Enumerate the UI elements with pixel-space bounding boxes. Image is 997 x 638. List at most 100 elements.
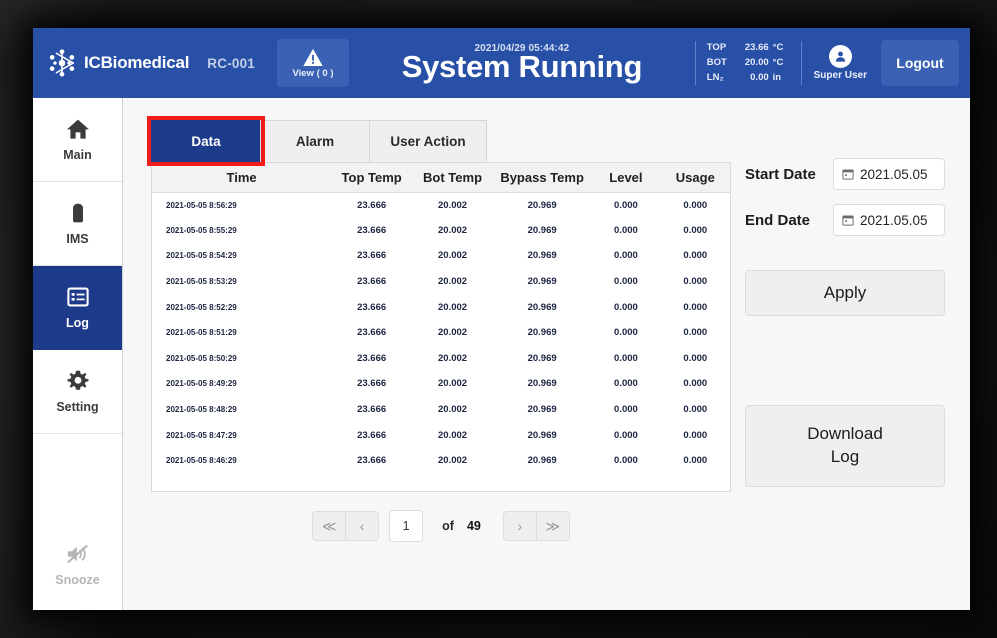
cell-top-temp: 23.666: [357, 455, 387, 467]
readout-unit: °C: [772, 57, 784, 69]
readout-unit: °C: [772, 42, 784, 54]
column-header-bypass-temp: Bypass Temp: [492, 163, 592, 193]
pagination-prev-group: ≪ ‹: [312, 511, 380, 541]
previous-page-button[interactable]: ‹: [345, 511, 380, 541]
download-log-button[interactable]: Download Log: [745, 405, 945, 487]
download-log-label: Download Log: [807, 423, 883, 469]
cell-level: 0.000: [614, 199, 638, 211]
cell-bypass-temp: 20.969: [527, 301, 557, 313]
cell-bypass-temp: 20.969: [527, 404, 557, 416]
tab-data[interactable]: Data: [151, 120, 261, 162]
start-date-row: Start Date 2021.05.05: [745, 158, 945, 190]
cell-time: 2021-05-05 8:49:29: [166, 379, 237, 389]
app-header: ICBiomedical RC-001 View ( 0 ) 2021/04/2…: [33, 28, 970, 98]
cell-usage: 0.000: [683, 327, 708, 339]
user-account[interactable]: Super User: [806, 45, 875, 81]
current-page-input[interactable]: 1: [389, 510, 424, 542]
user-name: Super User: [813, 70, 867, 81]
table-row[interactable]: 2021-05-05 8:49:29 23.666 20.002 20.969 …: [152, 371, 730, 397]
first-page-button[interactable]: ≪: [312, 511, 347, 541]
apply-button[interactable]: Apply: [745, 270, 945, 316]
header-datetime: 2021/04/29 05:44:42: [474, 42, 570, 54]
sidebar-item-log[interactable]: Log: [33, 266, 122, 350]
cell-usage: 0.000: [683, 404, 708, 416]
sidebar-item-setting[interactable]: Setting: [33, 350, 122, 434]
cell-usage: 0.000: [683, 276, 708, 288]
table-row[interactable]: 2021-05-05 8:47:29 23.666 20.002 20.969 …: [152, 422, 730, 448]
sidebar-item-label: Snooze: [55, 572, 100, 587]
start-date-input[interactable]: 2021.05.05: [833, 158, 945, 190]
tab-alarm[interactable]: Alarm: [260, 120, 370, 162]
end-date-row: End Date 2021.05.05: [745, 204, 945, 236]
cell-time: 2021-05-05 8:55:29: [166, 225, 237, 235]
download-log-label-line2: Log: [830, 447, 860, 466]
cell-time: 2021-05-05 8:46:29: [166, 456, 237, 466]
table-row[interactable]: 2021-05-05 8:52:29 23.666 20.002 20.969 …: [152, 294, 730, 320]
table-row[interactable]: 2021-05-05 8:46:29 23.666 20.002 20.969 …: [152, 448, 730, 474]
sidebar-item-label: Setting: [56, 400, 99, 414]
next-page-button[interactable]: ›: [502, 511, 537, 541]
cell-bot-temp: 20.002: [438, 276, 468, 288]
cell-bot-temp: 20.002: [438, 327, 468, 339]
table-row[interactable]: 2021-05-05 8:53:29 23.666 20.002 20.969 …: [152, 269, 730, 295]
application-window: ICBiomedical RC-001 View ( 0 ) 2021/04/2…: [33, 28, 970, 610]
cell-time: 2021-05-05 8:54:29: [166, 251, 237, 261]
table-row[interactable]: 2021-05-05 8:48:29 23.666 20.002 20.969 …: [152, 397, 730, 423]
cell-top-temp: 23.666: [357, 199, 387, 211]
table-row[interactable]: 2021-05-05 8:50:29 23.666 20.002 20.969 …: [152, 346, 730, 372]
cell-usage: 0.000: [683, 301, 708, 313]
cell-bot-temp: 20.002: [438, 250, 468, 262]
view-alarms-button[interactable]: View ( 0 ): [277, 39, 350, 87]
cell-bot-temp: 20.002: [438, 404, 468, 416]
title-area: 2021/04/29 05:44:42 System Running: [349, 40, 695, 87]
table-row[interactable]: 2021-05-05 8:54:29 23.666 20.002 20.969 …: [152, 243, 730, 269]
cell-time: 2021-05-05 8:50:29: [166, 353, 237, 363]
sidebar-item-label: IMS: [66, 232, 89, 246]
cell-usage: 0.000: [683, 250, 708, 262]
cell-bot-temp: 20.002: [438, 455, 468, 467]
cell-level: 0.000: [614, 429, 638, 441]
table-row[interactable]: 2021-05-05 8:55:29 23.666 20.002 20.969 …: [152, 218, 730, 244]
cell-time: 2021-05-05 8:48:29: [166, 405, 237, 415]
cell-usage: 0.000: [683, 199, 708, 211]
column-header-level: Level: [591, 163, 661, 193]
sidebar-item-snooze[interactable]: Snooze: [33, 518, 122, 610]
sidebar-item-ims[interactable]: IMS: [33, 182, 122, 266]
data-table: Time Top Temp Bot Temp Bypass Temp Level…: [152, 163, 730, 474]
readout-value: 0.00: [750, 71, 769, 83]
pagination-next-group: › ≫: [502, 511, 570, 541]
readout-label: BOT: [706, 57, 727, 69]
home-icon: [66, 119, 89, 139]
warning-triangle-icon: [303, 48, 323, 66]
readout-value: 23.66: [744, 42, 769, 54]
logout-button[interactable]: Logout: [881, 40, 959, 86]
readout-row: TOP 23.66 °C: [707, 41, 790, 56]
calendar-icon: [842, 215, 854, 226]
data-table-panel: Time Top Temp Bot Temp Bypass Temp Level…: [151, 162, 731, 492]
cell-top-temp: 23.666: [357, 224, 387, 236]
cell-bypass-temp: 20.969: [527, 199, 557, 211]
cell-top-temp: 23.666: [357, 378, 387, 390]
readout-label: TOP: [706, 42, 727, 54]
view-alarms-label: View ( 0 ): [292, 67, 334, 79]
tab-user-action[interactable]: User Action: [369, 120, 487, 162]
sidebar-item-main[interactable]: Main: [33, 98, 122, 182]
cell-usage: 0.000: [683, 455, 708, 467]
system-status-title: System Running: [401, 48, 643, 84]
column-header-top-temp: Top Temp: [331, 163, 413, 193]
body-area: Main IMS Log Setting Snooze Data Alarm U…: [33, 98, 970, 610]
end-date-label: End Date: [745, 211, 811, 229]
brand: ICBiomedical RC-001: [33, 48, 255, 78]
table-row[interactable]: 2021-05-05 8:51:29 23.666 20.002 20.969 …: [152, 320, 730, 346]
table-row[interactable]: 2021-05-05 8:56:29 23.666 20.002 20.969 …: [152, 192, 730, 218]
cell-top-temp: 23.666: [357, 276, 387, 288]
sidebar: Main IMS Log Setting Snooze: [33, 98, 123, 610]
column-header-bot-temp: Bot Temp: [412, 163, 493, 193]
sidebar-item-label: Log: [66, 316, 89, 330]
cell-level: 0.000: [614, 352, 638, 364]
cell-usage: 0.000: [683, 429, 708, 441]
last-page-button[interactable]: ≫: [535, 511, 570, 541]
cell-top-temp: 23.666: [357, 327, 387, 339]
end-date-input[interactable]: 2021.05.05: [833, 204, 945, 236]
cell-time: 2021-05-05 8:56:29: [166, 200, 237, 210]
